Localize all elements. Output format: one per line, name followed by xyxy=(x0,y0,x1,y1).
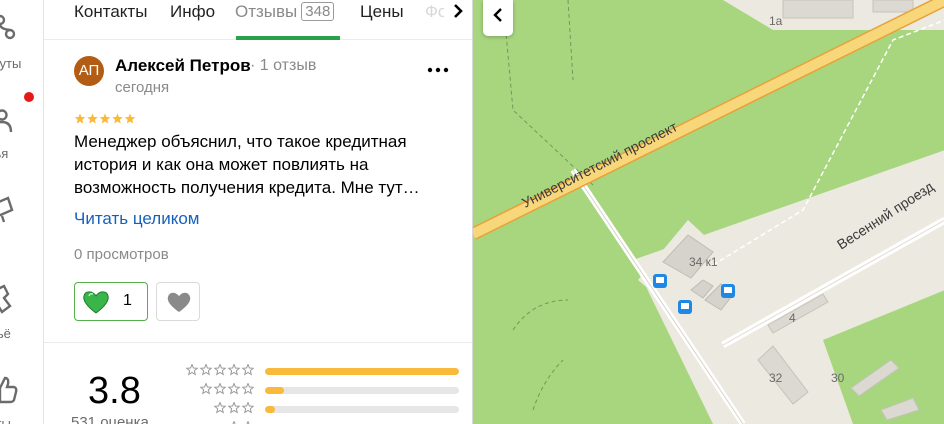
star-icon xyxy=(124,113,136,124)
star-outline-icon xyxy=(241,364,254,376)
map-canvas[interactable]: Университетский проспект Весенний проезд… xyxy=(473,0,944,424)
housing-icon xyxy=(0,284,12,314)
tab-info[interactable]: Инфо xyxy=(170,2,215,38)
like-button[interactable]: 1 xyxy=(74,282,148,321)
review-stars xyxy=(74,113,136,124)
route-icon xyxy=(0,14,16,40)
chevron-right-icon xyxy=(454,4,463,18)
rail-item-housing[interactable]: ильё xyxy=(0,270,43,341)
star-icon xyxy=(74,113,86,124)
like-count: 1 xyxy=(123,292,132,309)
tab-prices[interactable]: Цены xyxy=(360,2,404,38)
bus-stop-icon[interactable] xyxy=(653,274,667,288)
review-author[interactable]: Алексей Петров xyxy=(115,56,251,76)
building-label-34k1: 34 к1 xyxy=(689,255,718,269)
rail-item-label: шруты xyxy=(0,56,22,71)
distribution-row xyxy=(180,383,460,399)
building-label-4: 4 xyxy=(789,311,796,325)
thumb-icon xyxy=(0,376,18,404)
map-view[interactable]: Университетский проспект Весенний проезд… xyxy=(472,0,944,424)
rail-item-routes[interactable]: шруты xyxy=(0,0,43,71)
star-icon xyxy=(112,113,123,124)
rail-item-tips[interactable]: веты xyxy=(0,360,43,424)
rating-count: 531 оценка xyxy=(71,414,149,424)
star-outline-icon xyxy=(227,364,241,376)
distribution-bar-fill xyxy=(265,387,285,394)
distribution-stars xyxy=(199,383,254,395)
rail-item-guide[interactable]: ид xyxy=(0,180,43,250)
distribution-bar-track xyxy=(265,406,459,413)
building-label-1a: 1а xyxy=(769,14,783,28)
building-label-32: 32 xyxy=(769,371,783,385)
tabs-scroll-right-button[interactable] xyxy=(444,0,472,38)
bus-stop-icon[interactable] xyxy=(678,300,692,314)
rail-item-label: веты xyxy=(0,416,11,424)
rail-item-label: ильё xyxy=(0,326,11,341)
star-outline-icon xyxy=(227,383,241,395)
green-heart-icon xyxy=(83,291,109,314)
bus-stop-icon[interactable] xyxy=(721,284,735,298)
building-label-30: 30 xyxy=(831,371,845,385)
author-review-count: · 1 отзыв xyxy=(250,57,317,74)
guide-icon xyxy=(0,196,14,223)
dislike-button[interactable] xyxy=(156,282,200,321)
heart-icon xyxy=(167,292,191,312)
distribution-bar-track xyxy=(265,387,459,394)
notification-dot xyxy=(24,92,34,102)
rating-value: 3.8 xyxy=(88,370,141,412)
distribution-stars xyxy=(185,364,254,376)
section-divider xyxy=(44,342,472,343)
star-outline-icon xyxy=(213,383,227,395)
tab-reviews[interactable]: Отзывы 348 xyxy=(235,2,335,38)
star-outline-icon xyxy=(199,383,213,395)
distribution-row xyxy=(180,364,460,380)
distribution-row xyxy=(180,402,460,418)
review-text: Менеджер объяснил, что такое кредитная и… xyxy=(74,132,420,197)
distribution-bar-track xyxy=(265,368,459,375)
star-outline-icon xyxy=(185,364,199,376)
tab-contacts[interactable]: Контакты xyxy=(74,2,147,38)
star-outline-icon xyxy=(213,402,227,414)
star-icon xyxy=(87,113,98,124)
star-outline-icon xyxy=(241,402,254,414)
left-rail: шруты узья ид ильё веты xyxy=(0,0,44,424)
review-date: сегодня xyxy=(115,79,170,96)
active-tab-indicator xyxy=(236,36,340,40)
star-outline-icon xyxy=(227,402,241,414)
reviews-count-badge: 348 xyxy=(301,2,335,21)
review-more-button[interactable] xyxy=(426,62,450,78)
star-outline-icon xyxy=(213,364,227,376)
distribution-bar-fill xyxy=(265,406,275,413)
more-dots-icon xyxy=(427,67,449,73)
views-count: 0 просмотров xyxy=(74,246,169,263)
star-outline-icon xyxy=(241,383,254,395)
tabs-bar: Контакты Инфо Отзывы 348 Цены Фо xyxy=(44,0,472,40)
rail-item-label: узья xyxy=(0,146,9,161)
distribution-bar-fill xyxy=(265,368,459,375)
chevron-left-icon xyxy=(493,8,502,22)
distribution-stars xyxy=(213,402,254,414)
tab-reviews-label: Отзывы xyxy=(235,2,298,21)
read-more-link[interactable]: Читать целиком xyxy=(74,209,200,229)
friends-icon xyxy=(0,109,13,133)
rail-item-friends[interactable]: узья xyxy=(0,90,43,161)
collapse-panel-button[interactable] xyxy=(483,0,513,36)
star-icon xyxy=(99,113,111,124)
organization-panel: Контакты Инфо Отзывы 348 Цены Фо АП Алекс… xyxy=(44,0,472,424)
star-outline-icon xyxy=(199,364,213,376)
author-avatar[interactable]: АП xyxy=(74,56,104,86)
